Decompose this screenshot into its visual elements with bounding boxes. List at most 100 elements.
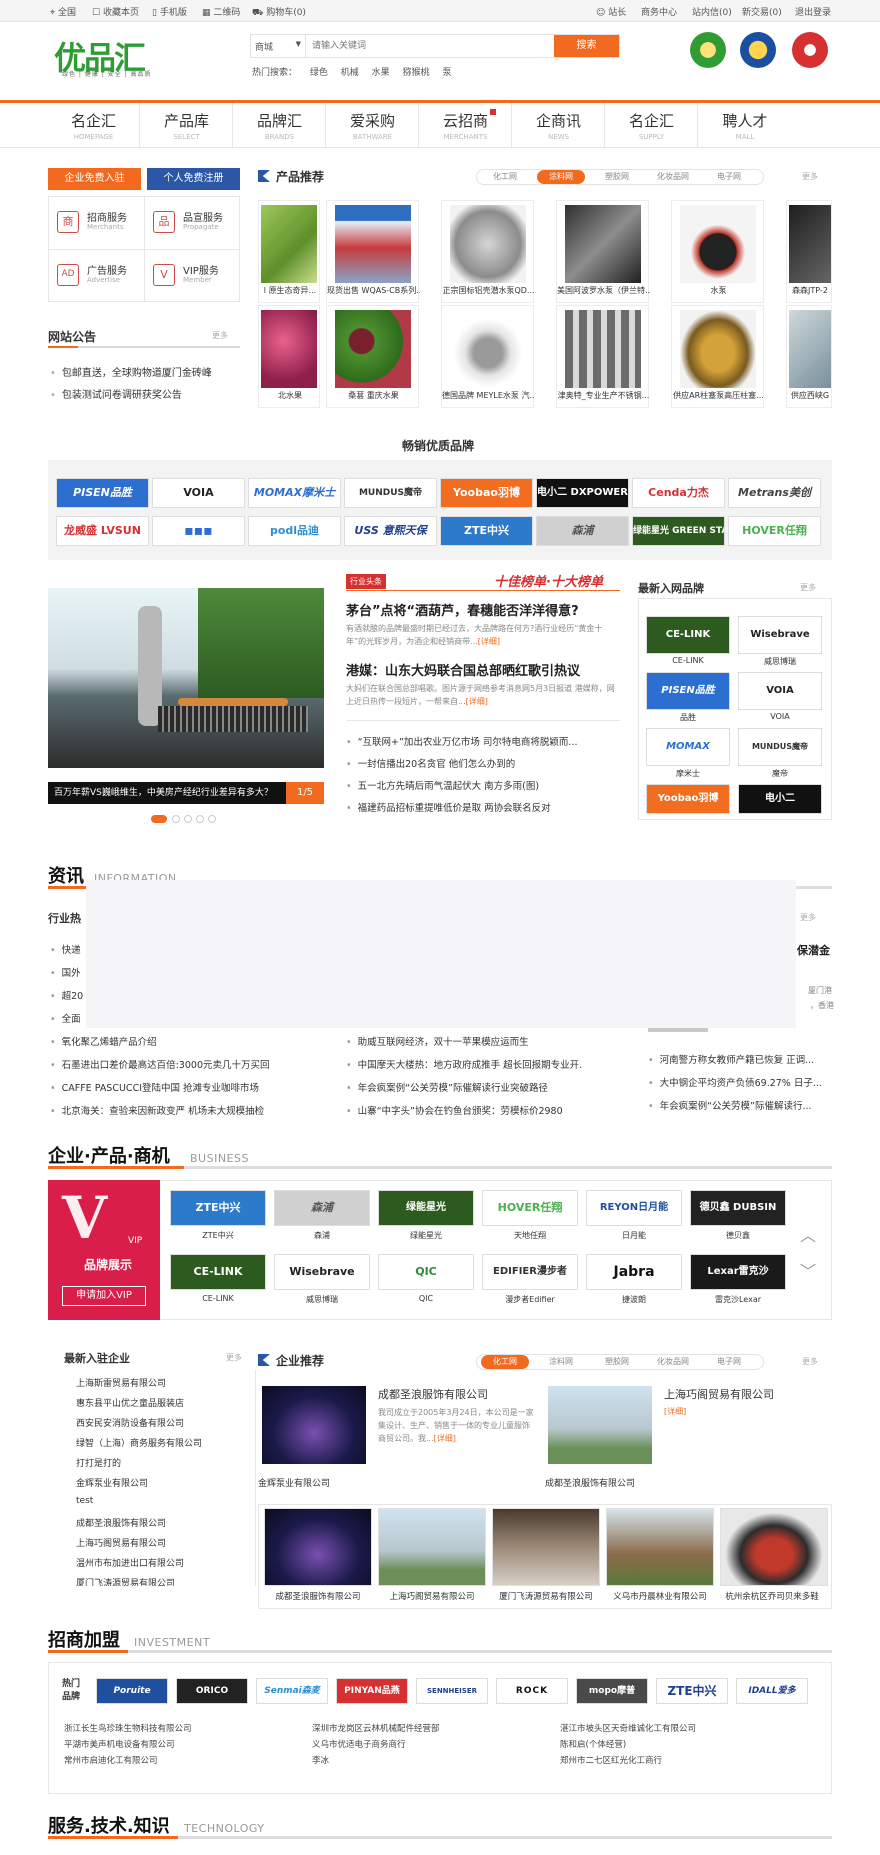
company-photo[interactable] [262,1386,366,1464]
slide-image[interactable] [48,588,324,768]
brand-logo[interactable]: 电小二 [738,784,822,814]
brand-logo[interactable]: CE-LINK [170,1254,266,1290]
invest-company-link[interactable]: 湛江市坡头区天奇维诚化工有限公司 [560,1722,696,1734]
tab-plastic[interactable]: 塑胶网 [593,1355,641,1369]
brand-logo[interactable]: REYON日月能 [586,1190,682,1226]
company-link[interactable]: 上海斯雷贸易有限公司 [76,1376,166,1389]
tab-cosmetics[interactable]: 化妆品网 [649,1355,697,1369]
brand-logo[interactable]: Wisebrave [274,1254,370,1290]
headline-title[interactable]: 茅台”点将“酒葫芦，春穗能否洋洋得意? [346,600,579,619]
brand-logo[interactable]: Poruite [96,1678,168,1704]
slide-dot[interactable] [196,815,204,823]
slide-dot[interactable] [172,815,180,823]
new-brands-more-link[interactable]: 更多 [800,582,816,593]
info-item[interactable]: 年会疯案例“公关劳模”际催解读行... [648,1098,832,1112]
info-item[interactable]: 山寨“中字头”协会在钓鱼台颁奖：劳模标价2980 [346,1103,612,1117]
brand-logo[interactable]: 森浦 [536,516,629,546]
brand-logo[interactable]: EDIFIER漫步者 [482,1254,578,1290]
business-center-link[interactable]: 商务中心 [641,5,677,18]
product-card[interactable]: 津奥特_专业生产不锈钢... [556,305,649,408]
news-item[interactable]: 一封信播出20名贪官 他们怎么办到的 [346,756,620,770]
brand-logo[interactable]: 绿能星光 [378,1190,474,1226]
company-link[interactable]: 打打是打的 [76,1456,121,1469]
brand-logo[interactable]: Yoobao羽博 [440,478,533,508]
info-more-link[interactable]: 更多 [800,912,816,923]
cart-link[interactable]: ⛟ 购物车(0) [252,5,306,19]
brand-logo[interactable]: ZTE中兴 [440,516,533,546]
notice-more-link[interactable]: 更多 [212,330,228,341]
featured-company-name[interactable]: 成都圣浪服饰有限公司 [378,1386,488,1402]
nav-item[interactable]: 云招商 MERCHANTS [420,103,512,147]
tab-chemical[interactable]: 化工网 [481,1355,529,1369]
brand-logo[interactable]: VOIA [152,478,245,508]
featured-company-name[interactable]: 上海巧阁贸易有限公司 [664,1386,774,1402]
info-item[interactable]: 年会疯案例“公关劳模”际催解读行业突破路径 [346,1080,612,1094]
detail-link[interactable]: [详细] [466,697,488,706]
mobile-link[interactable]: ▯ 手机版 [152,5,187,18]
hot-search-item[interactable]: 水果 [372,68,390,78]
slide-dot[interactable] [208,815,216,823]
bookmark-link[interactable]: ☐ 收藏本页 [92,5,139,18]
company-link[interactable]: 上海巧阁贸易有限公司 [76,1536,166,1549]
location-link[interactable]: ⌖ 全国 [50,5,76,18]
person-register-button[interactable]: 个人免费注册 [147,168,240,190]
product-card[interactable]: 供应西峡G [786,305,832,408]
new-companies-more-link[interactable]: 更多 [226,1352,242,1363]
company-photo[interactable] [264,1508,372,1586]
brand-logo[interactable]: ORICO [176,1678,248,1704]
invest-company-link[interactable]: 常州市启迪化工有限公司 [64,1754,158,1766]
tab-chemical[interactable]: 化工网 [481,170,529,184]
brand-logo[interactable]: VOIA [738,672,822,710]
brand-logo[interactable]: PISEN品胜 [646,672,730,710]
propagate-service[interactable]: 品品宣服务 Propagate [145,197,241,250]
nav-item[interactable]: 名企汇 HOMEPAGE [48,103,140,147]
invest-company-link[interactable]: 深圳市龙岗区云林机械配件经营部 [312,1722,440,1734]
logout-link[interactable]: 退出登录 [795,5,831,18]
info-item[interactable]: CAFFE PASCUCCI登陆中国 抢滩专业咖啡市场 [50,1080,320,1094]
brand-logo[interactable]: Senmai森麦 [256,1678,328,1704]
company-photo-caption[interactable]: 上海巧阁贸易有限公司 [376,1590,488,1602]
product-card[interactable]: 美国阿波罗水泵（伊兰特... [556,200,650,303]
nav-item[interactable]: 企商讯 NEWS [513,103,605,147]
search-type-select[interactable]: 商城 ▼ [251,35,306,57]
tab-cosmetics[interactable]: 化妆品网 [649,170,697,184]
company-photo[interactable] [492,1508,600,1586]
invest-company-link[interactable]: 李冰 [312,1754,329,1766]
vip-service[interactable]: V VIP服务 Member [145,250,241,303]
brand-logo[interactable]: SENNHEISER [416,1678,488,1704]
notice-item[interactable]: 包装测试问卷调研获奖公告 [50,386,182,401]
company-caption[interactable]: 金辉泵业有限公司 [258,1476,330,1489]
brand-logo[interactable]: IDALL爱多 [736,1678,808,1704]
brand-logo[interactable]: 电小二 DXPOWER [536,478,629,508]
advertise-service[interactable]: AD 广告服务 Advertise [49,250,145,303]
company-photo[interactable] [548,1386,652,1464]
company-link[interactable]: 西安民安消防设备有限公司 [76,1416,184,1429]
brand-logo[interactable]: ZTE中兴 [656,1678,728,1704]
company-rec-more-link[interactable]: 更多 [802,1356,818,1367]
company-photo[interactable] [606,1508,714,1586]
hot-search-item[interactable]: 猕猴桃 [403,68,430,78]
brand-logo[interactable]: PISEN品胜 [56,478,149,508]
info-item[interactable]: 氧化聚乙烯蜡产品介绍 [50,1034,320,1048]
tab-coating[interactable]: 涂料网 [537,1355,585,1369]
product-card[interactable]: 森森JTP-2 [786,200,832,303]
messages-link[interactable]: 站内信(0) [692,5,732,18]
brand-logo[interactable]: Jabra [586,1254,682,1290]
company-link[interactable]: 温州市布加进出口有限公司 [76,1556,184,1569]
company-link[interactable]: 厦门飞涛源贸易有限公司 [76,1576,175,1586]
info-item[interactable]: 河南警方称女教师产籍已恢复 正调... [648,1052,832,1066]
product-card[interactable]: 供应AR柱塞泵高压柱塞... [671,305,764,408]
detail-link[interactable]: [详细] [434,1434,456,1443]
info-item[interactable]: 大中钢企平均资产负债69.27% 日子... [648,1075,832,1089]
company-photo-caption[interactable]: 杭州余杭区乔司贝来多鞋 [716,1590,828,1602]
tab-electronics[interactable]: 电子网 [705,170,753,184]
nav-item[interactable]: 品牌汇 BRANDS [234,103,326,147]
brand-logo[interactable]: HOVER任翔 [482,1190,578,1226]
brand-logo[interactable]: podl品迪 [248,516,341,546]
news-item[interactable]: 福建药品招标重提唯低价是取 两协会联名反对 [346,800,620,814]
info-item[interactable]: 超20 [50,988,84,1002]
brand-logo[interactable]: MOMAX摩米士 [248,478,341,508]
detail-link[interactable]: [详细] [664,1406,686,1417]
brand-logo[interactable]: ▪▪▪ [152,516,245,546]
info-item[interactable]: 石墨进出口差价最高达百倍:3000元卖几十万买回 [50,1057,320,1071]
